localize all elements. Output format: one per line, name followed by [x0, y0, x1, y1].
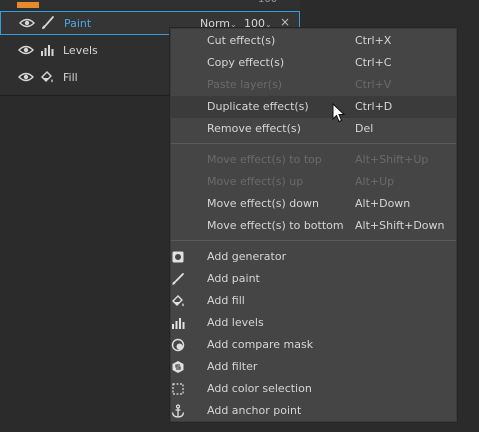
menu-item-label: Move effect(s) up	[207, 175, 304, 188]
mouse-cursor-icon	[332, 103, 346, 123]
menu-item-move-top[interactable]: Move effect(s) to top Alt+Shift+Up	[171, 149, 456, 171]
menu-item-label: Add fill	[207, 294, 245, 307]
menu-item-shortcut: Alt+Down	[355, 197, 411, 210]
menu-item-label: Duplicate effect(s)	[207, 100, 309, 113]
menu-item-shortcut: Ctrl+V	[355, 78, 392, 91]
menu-item-shortcut: Del	[355, 122, 374, 135]
color-selection-icon	[172, 383, 184, 395]
menu-item-label: Move effect(s) to top	[207, 153, 322, 166]
anchor-icon	[171, 404, 185, 418]
levels-icon	[41, 45, 54, 56]
eye-icon[interactable]	[18, 71, 34, 83]
menu-item-label: Add generator	[207, 250, 287, 263]
brush-icon	[42, 16, 54, 29]
layer-name: Fill	[63, 71, 78, 84]
menu-item-add-compare-mask[interactable]: Add compare mask	[171, 334, 456, 356]
context-menu: Cut effect(s) Ctrl+X Copy effect(s) Ctrl…	[170, 28, 457, 422]
menu-item-add-levels[interactable]: Add levels	[171, 312, 456, 334]
menu-item-copy[interactable]: Copy effect(s) Ctrl+C	[171, 52, 456, 74]
menu-item-add-paint[interactable]: Add paint	[171, 268, 456, 290]
menu-item-label: Paste layer(s)	[207, 78, 283, 91]
layer-name: Levels	[63, 44, 98, 57]
menu-item-label: Add anchor point	[207, 404, 302, 417]
eye-icon[interactable]	[18, 44, 34, 56]
brush-icon	[172, 273, 184, 285]
menu-item-label: Add compare mask	[207, 338, 314, 351]
menu-separator	[171, 240, 456, 241]
menu-item-add-generator[interactable]: Add generator	[171, 246, 456, 268]
layer-name: Paint	[64, 17, 92, 30]
menu-item-label: Add paint	[207, 272, 260, 285]
menu-item-shortcut: Alt+Shift+Up	[355, 153, 429, 166]
menu-item-label: Move effect(s) to bottom	[207, 219, 344, 232]
divider	[0, 95, 170, 96]
menu-item-label: Add levels	[207, 316, 264, 329]
accent-bar	[17, 2, 39, 8]
menu-item-shortcut: Alt+Up	[355, 175, 395, 188]
top-opacity-value: 100	[258, 0, 277, 5]
panel-top-strip: 100	[0, 0, 300, 8]
close-icon[interactable]: ×	[280, 15, 290, 29]
menu-item-move-down[interactable]: Move effect(s) down Alt+Down	[171, 193, 456, 215]
menu-item-add-fill[interactable]: Add fill	[171, 290, 456, 312]
menu-item-shortcut: Ctrl+C	[355, 56, 392, 69]
levels-icon	[172, 318, 185, 329]
menu-item-shortcut: Alt+Shift+Down	[355, 219, 445, 232]
eye-icon[interactable]	[19, 17, 35, 29]
menu-separator	[171, 143, 456, 144]
menu-item-move-bottom[interactable]: Move effect(s) to bottom Alt+Shift+Down	[171, 215, 456, 237]
fill-bucket-icon	[172, 295, 184, 307]
menu-item-shortcut: Ctrl+D	[355, 100, 393, 113]
menu-item-paste[interactable]: Paste layer(s) Ctrl+V	[171, 74, 456, 96]
menu-item-label: Copy effect(s)	[207, 56, 285, 69]
menu-item-cut[interactable]: Cut effect(s) Ctrl+X	[171, 30, 456, 52]
menu-item-duplicate[interactable]: Duplicate effect(s) Ctrl+D	[171, 96, 456, 118]
menu-item-label: Add filter	[207, 360, 258, 373]
menu-item-label: Remove effect(s)	[207, 122, 301, 135]
menu-item-add-anchor-point[interactable]: Add anchor point	[171, 400, 456, 422]
fill-bucket-icon	[41, 71, 53, 83]
menu-item-label: Move effect(s) down	[207, 197, 319, 210]
menu-item-add-color-selection[interactable]: Add color selection	[171, 378, 456, 400]
menu-item-remove[interactable]: Remove effect(s) Del	[171, 118, 456, 140]
menu-item-label: Cut effect(s)	[207, 34, 276, 47]
menu-item-shortcut: Ctrl+X	[355, 34, 392, 47]
menu-item-move-up[interactable]: Move effect(s) up Alt+Up	[171, 171, 456, 193]
compare-mask-icon	[171, 338, 185, 352]
menu-item-add-filter[interactable]: Add filter	[171, 356, 456, 378]
menu-item-label: Add color selection	[207, 382, 312, 395]
generator-icon	[172, 251, 184, 263]
filter-icon	[172, 361, 184, 373]
